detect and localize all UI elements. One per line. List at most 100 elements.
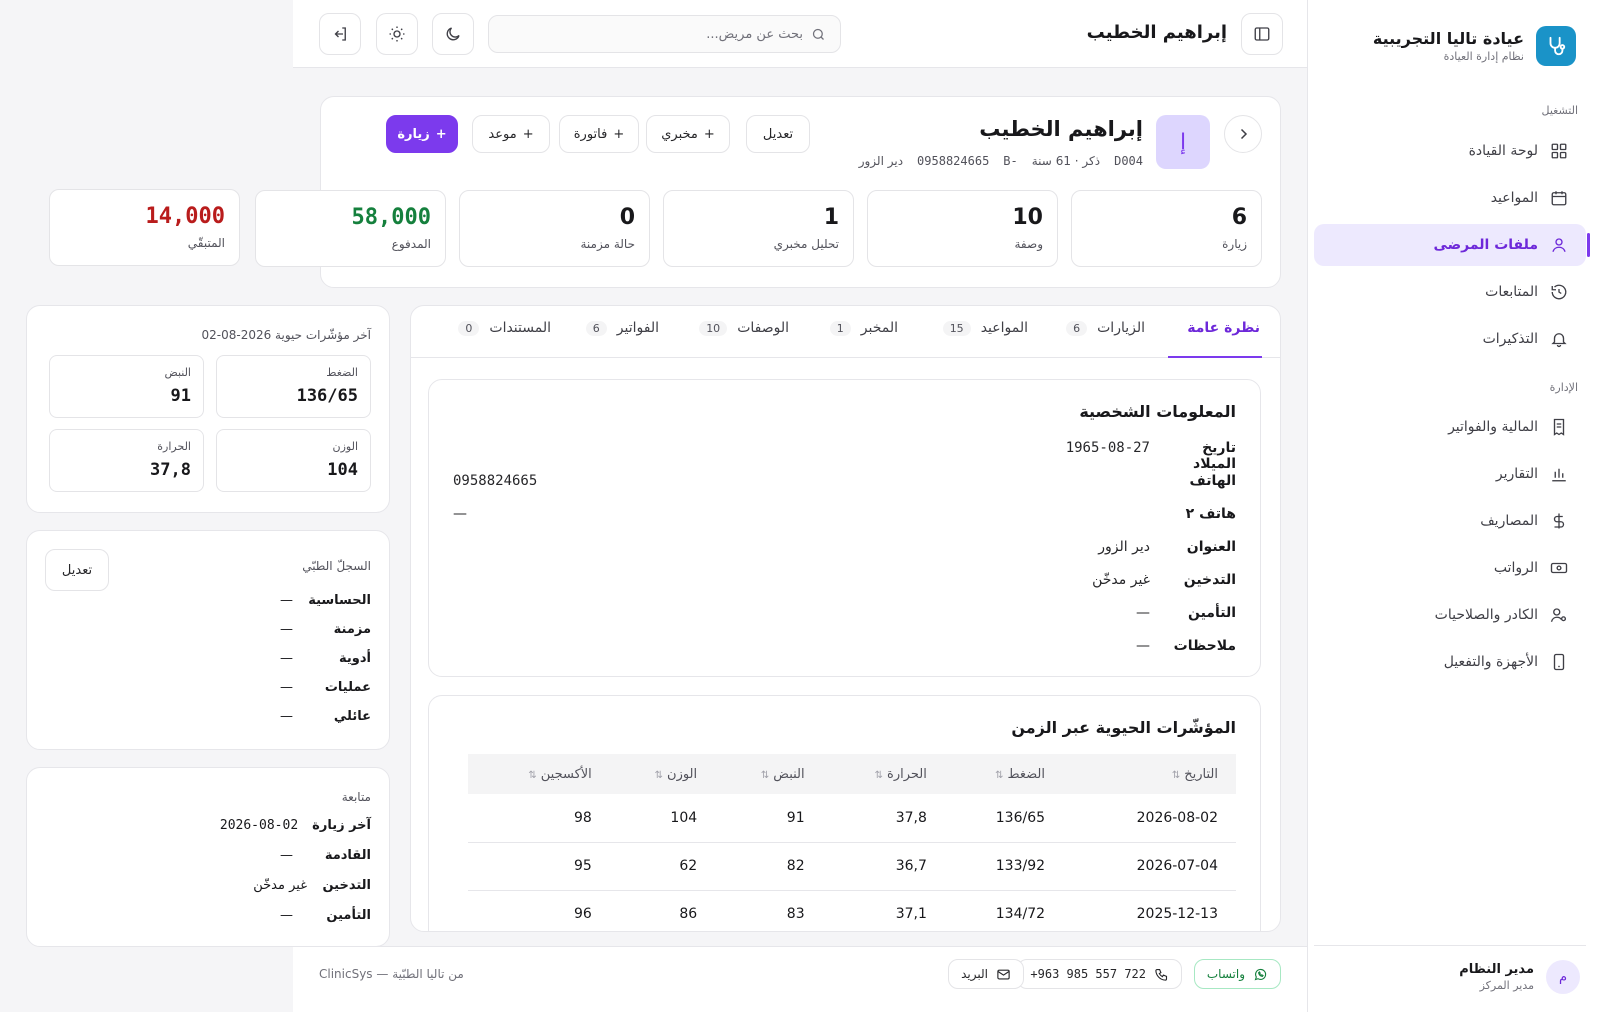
- sidebar-item-label: المتابعات: [1485, 284, 1538, 300]
- calendar-icon: [1551, 191, 1567, 206]
- tab-appointments[interactable]: المواعيد 15: [942, 320, 1028, 336]
- sidebar-item-label: المواعيد: [1490, 190, 1538, 206]
- nav-section-admin: الإدارة: [1549, 381, 1578, 394]
- toggle-sidebar-button[interactable]: [1241, 13, 1283, 55]
- mail-button[interactable]: البريد: [948, 959, 1024, 989]
- top-header: إبراهيم الخطيب: [293, 0, 1307, 68]
- patient-gender-age: ذكر · 61 سنة: [1031, 154, 1101, 168]
- sidebar-item-staff[interactable]: الكادر والصلاحيات: [1314, 594, 1586, 636]
- sidebar-item-devices[interactable]: الأجهزة والتفعيل: [1314, 641, 1586, 683]
- stat-remaining: 14,000 المتبقّي: [49, 189, 240, 266]
- patient-summary-card: إ إبراهيم الخطيب D004 ذكر · 61 سنة B- 09…: [255, 96, 1281, 288]
- active-indicator: [1587, 233, 1590, 257]
- phone-button[interactable]: +963 985 557 722: [1017, 959, 1182, 989]
- followup-row-last-visit: آخر زيارة 2026-08-02: [219, 818, 371, 833]
- col-oxygen[interactable]: الأكسجين⇅: [468, 754, 610, 794]
- bar-chart-icon: [1552, 468, 1566, 482]
- new-lab-button[interactable]: + مخبري: [646, 115, 730, 153]
- chevron-right-icon: [1240, 128, 1248, 140]
- sidebar-item-label: الكادر والصلاحيات: [1434, 607, 1538, 623]
- col-weight[interactable]: الوزن⇅: [609, 754, 716, 794]
- brand[interactable]: عيادة تاليا التجريبية نظام إدارة العيادة: [1373, 26, 1576, 66]
- sidebar-item-label: المصاريف: [1480, 513, 1538, 529]
- tab-prescriptions[interactable]: الوصفات 10: [699, 320, 789, 336]
- edit-history-button[interactable]: تعديل: [45, 549, 109, 591]
- banknote-icon: [1550, 562, 1568, 574]
- info-row-smoking: التدخين غير مدخّن: [1092, 572, 1236, 588]
- patient-avatar: إ: [1156, 115, 1210, 169]
- new-appointment-button[interactable]: + موعد: [472, 115, 550, 153]
- phone-icon: [1155, 968, 1168, 981]
- vital-bp: الضغط 136/65: [216, 355, 371, 418]
- info-row-birthdate: تاريخ الميلاد 1965-08-27: [1065, 440, 1236, 472]
- sidebar-item-salaries[interactable]: الرواتب: [1314, 547, 1586, 589]
- tab-documents[interactable]: المستندات 0: [458, 320, 551, 336]
- personal-info-title: المعلومات الشخصية: [1079, 402, 1236, 421]
- smartphone-icon: [1553, 653, 1565, 671]
- light-mode-button[interactable]: [376, 13, 418, 55]
- brand-name: عيادة تاليا التجريبية: [1372, 29, 1524, 48]
- col-date[interactable]: التاريخ⇅: [1063, 754, 1236, 794]
- patient-tabs-card: نظرة عامة الزيارات 6 المواعيد 15 المخبر 1 ا…: [410, 305, 1281, 932]
- sidebar-item-label: التقارير: [1495, 466, 1538, 482]
- new-invoice-button[interactable]: + فاتورة: [559, 115, 639, 153]
- edit-patient-button[interactable]: تعديل: [746, 115, 810, 153]
- logout-button[interactable]: [319, 13, 361, 55]
- info-row-phone2: هاتف ٢—: [453, 506, 1236, 522]
- sidebar-item-appointments[interactable]: المواعيد: [1314, 177, 1586, 219]
- footer: واتساب +963 985 557 722 البريد ClinicSys…: [293, 946, 1307, 1012]
- tab-invoices[interactable]: الفواتير 6: [585, 320, 659, 336]
- grid-icon: [1551, 143, 1567, 159]
- history-row-surgeries: عمليات —: [280, 680, 371, 695]
- sidebar-item-followups[interactable]: المتابعات: [1314, 271, 1586, 313]
- table-row: 2025-12-13 134/72 37,1 83 86 96: [468, 890, 1236, 931]
- patient-code: D004: [1114, 154, 1143, 168]
- sidebar-item-label: المالية والفواتير: [1448, 419, 1538, 435]
- info-row-address: العنوان دير الزور: [1098, 539, 1236, 555]
- sidebar-item-label: الرواتب: [1493, 560, 1538, 576]
- followup-row-insurance: التأمين —: [280, 908, 371, 923]
- whatsapp-icon: [1254, 968, 1267, 980]
- history-icon: [1551, 284, 1567, 300]
- sidebar-item-reminders[interactable]: التذكيرات: [1314, 318, 1586, 360]
- new-visit-button[interactable]: + زيارة: [386, 115, 458, 153]
- patient-search[interactable]: [488, 15, 841, 53]
- tab-active-underline: [1168, 356, 1262, 358]
- vitals-table: التاريخ⇅ الضغط⇅ الحرارة⇅ النبض⇅ الوزن⇅ ا…: [468, 754, 1236, 931]
- vital-weight: الوزن 104: [216, 429, 371, 492]
- sidebar-item-reports[interactable]: التقارير: [1314, 453, 1586, 495]
- sidebar-item-patients[interactable]: ملفات المرضى: [1314, 224, 1586, 266]
- sidebar-item-label: ملفات المرضى: [1433, 237, 1538, 253]
- footer-credit: ClinicSys — من تاليا الطبّية: [319, 967, 464, 981]
- back-button[interactable]: [1224, 115, 1262, 153]
- user-role: مدير المركز: [1479, 979, 1534, 992]
- vitals-history-card: المؤشّرات الحيوية عبر الزمن التاريخ⇅ الض…: [428, 695, 1261, 931]
- history-row-allergies: الحساسية —: [280, 593, 371, 608]
- search-icon: [812, 28, 824, 40]
- moon-icon: [446, 27, 460, 41]
- patient-meta: D004 ذكر · 61 سنة B- 0958824665 دير الزو…: [859, 154, 1143, 168]
- tab-lab[interactable]: المخبر 1: [829, 320, 898, 336]
- sidebar-item-dashboard[interactable]: لوحة القيادة: [1314, 130, 1586, 172]
- sidebar-item-finance[interactable]: المالية والفواتير: [1314, 406, 1586, 448]
- patient-phone: 0958824665: [917, 154, 990, 168]
- followup-card: متابعة آخر زيارة 2026-08-02 القادمة — التد…: [26, 767, 390, 947]
- tab-overview[interactable]: نظرة عامة: [1187, 320, 1260, 336]
- search-input[interactable]: [503, 26, 803, 42]
- patient-city: دير الزور: [858, 154, 904, 168]
- history-row-medications: أدوية —: [280, 651, 371, 666]
- personal-info-card: المعلومات الشخصية تاريخ الميلاد 1965-08-2…: [428, 379, 1261, 677]
- followup-title: متابعة: [341, 790, 371, 804]
- tab-bar: نظرة عامة الزيارات 6 المواعيد 15 المخبر 1 ا…: [411, 306, 1280, 358]
- dark-mode-button[interactable]: [432, 13, 474, 55]
- sidebar-item-expenses[interactable]: المصاريف: [1314, 500, 1586, 542]
- col-bp[interactable]: الضغط⇅: [944, 754, 1064, 794]
- mail-icon: [997, 969, 1010, 979]
- user-profile[interactable]: م مدير النظام مدير المركز: [1314, 945, 1586, 994]
- tab-visits[interactable]: الزيارات 6: [1066, 320, 1145, 336]
- col-pulse[interactable]: النبض⇅: [715, 754, 823, 794]
- whatsapp-button[interactable]: واتساب: [1193, 959, 1281, 989]
- sidebar-item-label: التذكيرات: [1482, 331, 1538, 347]
- col-temp[interactable]: الحرارة⇅: [822, 754, 945, 794]
- vital-temp: الحرارة 37,8: [49, 429, 204, 492]
